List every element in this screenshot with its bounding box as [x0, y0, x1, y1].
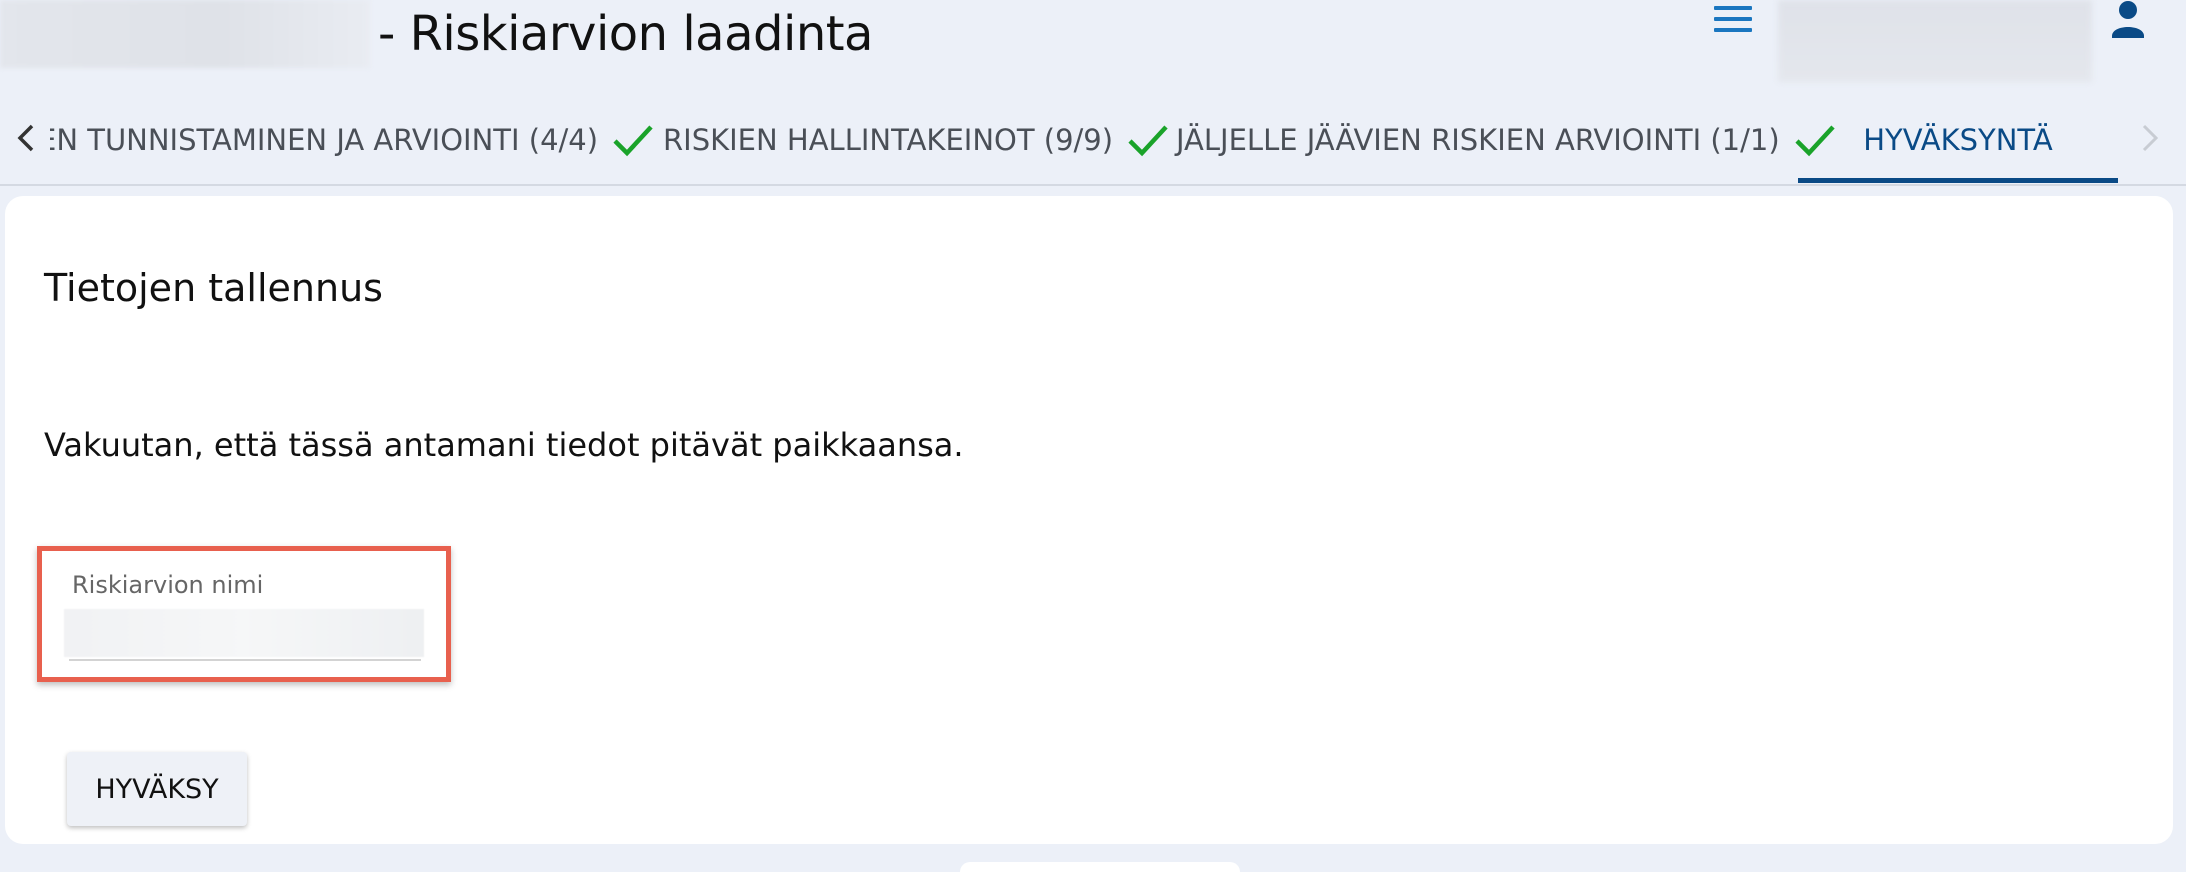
tab-residual-risk-assessment[interactable]: JÄLJELLE JÄÄVIEN RISKIEN ARVIOINTI (1/1) [1176, 96, 1836, 184]
field-label: Riskiarvion nimi [72, 571, 264, 599]
approval-card: Tietojen tallennus Vakuutan, että tässä … [5, 196, 2173, 844]
check-icon [613, 125, 653, 157]
tabs-scroll-left-icon[interactable] [6, 118, 46, 158]
tab-approval[interactable]: HYVÄKSYNTÄ [1798, 96, 2118, 184]
user-account-icon[interactable] [2110, 0, 2146, 40]
redacted-user-name [1778, 0, 2092, 82]
tab-label: RISKIEN HALLINTAKEINOT (9/9) [663, 123, 1114, 157]
page-title: - Riskiarvion laadinta [378, 6, 873, 62]
app-header: - Riskiarvion laadinta [0, 0, 2186, 82]
redacted-organization-name [0, 0, 370, 68]
input-underline [69, 659, 421, 661]
tab-label: HYVÄKSYNTÄ [1863, 123, 2053, 157]
bottom-panel-edge [960, 862, 1240, 872]
check-icon [1128, 125, 1168, 157]
tabs-scroll-right-icon[interactable] [2130, 118, 2170, 158]
section-title: Tietojen tallennus [44, 266, 383, 310]
active-tab-indicator [1798, 178, 2118, 183]
tabs-viewport: EN TUNNISTAMINEN JA ARVIOINTI (4/4) RISK… [50, 96, 2120, 184]
tab-label: JÄLJELLE JÄÄVIEN RISKIEN ARVIOINTI (1/1) [1176, 123, 1780, 157]
risk-assessment-name-field: Riskiarvion nimi [37, 546, 451, 682]
step-tabs: EN TUNNISTAMINEN JA ARVIOINTI (4/4) RISK… [0, 96, 2186, 186]
declaration-text: Vakuutan, että tässä antamani tiedot pit… [44, 426, 964, 464]
tab-risk-controls[interactable]: RISKIEN HALLINTAKEINOT (9/9) [663, 96, 1169, 184]
risk-assessment-name-input[interactable] [64, 609, 424, 657]
hamburger-menu-icon[interactable] [1714, 6, 1752, 34]
tab-label: EN TUNNISTAMINEN JA ARVIOINTI (4/4) [50, 123, 599, 157]
approve-button[interactable]: HYVÄKSY [67, 752, 247, 826]
tab-risk-identification[interactable]: EN TUNNISTAMINEN JA ARVIOINTI (4/4) [50, 96, 654, 184]
